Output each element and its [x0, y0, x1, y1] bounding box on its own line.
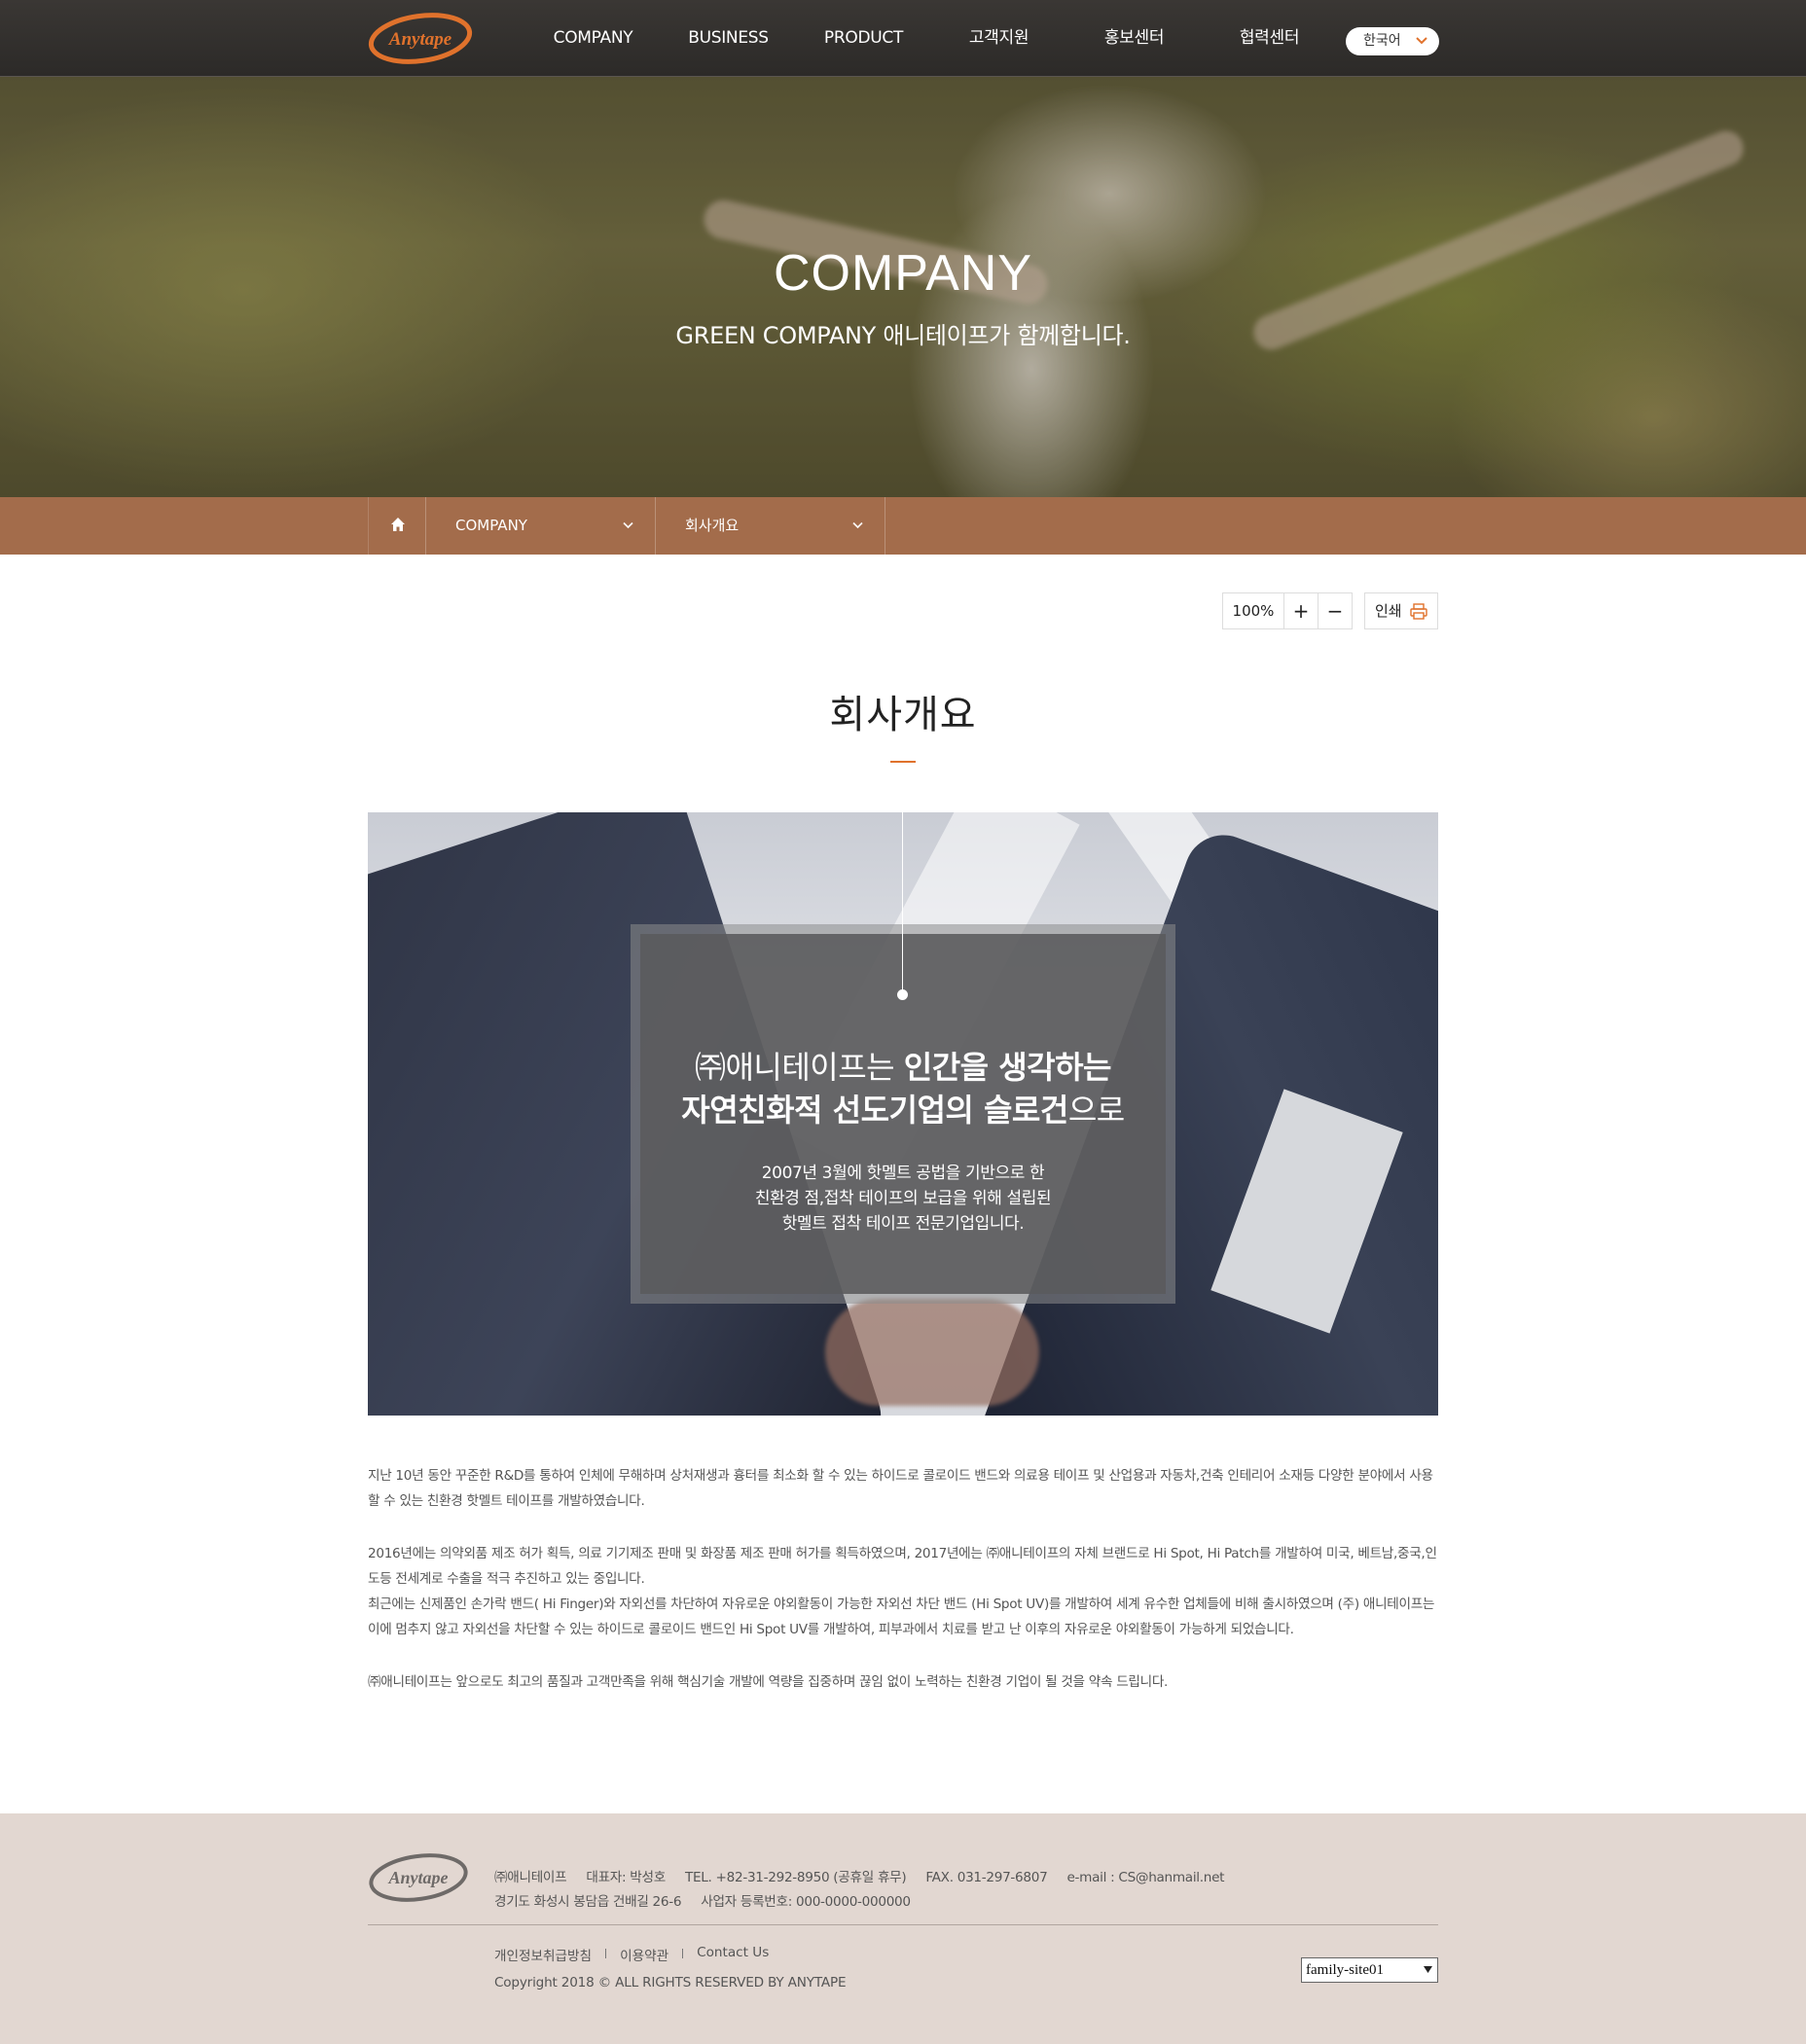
pin-line	[902, 812, 903, 993]
chevron-down-icon	[852, 521, 863, 529]
feature-desc-line: 친환경 점,접착 테이프의 보급을 위해 설립된	[754, 1189, 1052, 1208]
feature-photo-detail	[825, 1299, 1039, 1406]
feature-headline-part: 자연친화적 선도기업의 슬로건	[681, 1092, 1068, 1129]
home-button[interactable]	[368, 497, 426, 555]
anytape-logo[interactable]: Anytape	[368, 13, 473, 64]
chevron-down-icon	[1416, 37, 1427, 45]
nav-pr-center[interactable]: 홍보센터	[1066, 0, 1202, 77]
feature-headline-part: 으로	[1067, 1092, 1125, 1129]
company-overview-text: 지난 10년 동안 꾸준한 R&D를 통하여 인체에 무해하며 상처재생과 흉터…	[368, 1463, 1438, 1722]
footer-company-info: ㈜애니테이프 대표자: 박성호 TEL. +82-31-292-8950 (공휴…	[494, 1866, 1240, 1915]
pin-dot	[897, 989, 908, 1000]
print-button[interactable]: 인쇄	[1364, 592, 1438, 629]
nav-partner-center[interactable]: 협력센터	[1202, 0, 1337, 77]
overview-paragraph: ㈜애니테이프는 앞으로도 최고의 품질과 고객만족을 위해 핵심기술 개발에 역…	[368, 1674, 1169, 1690]
language-label: 한국어	[1363, 33, 1401, 49]
hero-title: COMPANY	[773, 245, 1033, 302]
zoom-in-button[interactable]: +	[1283, 592, 1318, 629]
svg-text:Anytape: Anytape	[388, 29, 452, 50]
main-nav: COMPANY BUSINESS PRODUCT 고객지원 홍보센터 협력센터	[525, 0, 1337, 77]
nav-product[interactable]: PRODUCT	[796, 0, 931, 77]
feature-desc-line: 핫멜트 접착 테이프 전문기업입니다.	[781, 1214, 1025, 1234]
feature-desc-line: 2007년 3월에 핫멜트 공법을 기반으로 한	[761, 1164, 1045, 1183]
zoom-level: 100%	[1222, 592, 1284, 629]
overview-paragraph: 2016년에는 의약외품 제조 허가 획득, 의료 기기제조 판매 및 화장품 …	[368, 1546, 1437, 1587]
family-site-value: family-site01	[1306, 1962, 1384, 1978]
home-icon	[391, 518, 405, 531]
footer-email: e-mail : CS@hanmail.net	[1066, 1870, 1225, 1885]
footer-links: 개인정보취급방침 이용약관 Contact Us	[494, 1945, 769, 1964]
terms-link[interactable]: 이용약관	[620, 1945, 668, 1964]
nav-support[interactable]: 고객지원	[931, 0, 1066, 77]
hero-banner: COMPANY GREEN COMPANY 애니테이프가 함께합니다.	[0, 77, 1806, 497]
language-select[interactable]: 한국어	[1346, 27, 1439, 55]
chevron-down-icon	[1424, 1966, 1432, 1973]
nav-company[interactable]: COMPANY	[525, 0, 661, 77]
print-label: 인쇄	[1375, 602, 1402, 620]
breadcrumb: COMPANY 회사개요	[0, 497, 1806, 555]
chevron-down-icon	[623, 521, 633, 529]
zoom-out-button[interactable]: −	[1318, 592, 1353, 629]
footer-company: ㈜애니테이프	[494, 1870, 567, 1885]
feature-headline-part: ㈜애니테이프는	[694, 1049, 904, 1086]
feature-description: 2007년 3월에 핫멜트 공법을 기반으로 한 친환경 점,접착 테이프의 보…	[640, 1161, 1166, 1237]
footer-fax: FAX. 031-297-6807	[925, 1870, 1048, 1885]
feature-image: ㈜애니테이프는 인간을 생각하는 자연친화적 선도기업의 슬로건으로 2007년…	[368, 812, 1438, 1416]
title-accent-rule	[890, 761, 916, 763]
page-title: 회사개요	[829, 693, 977, 737]
overview-paragraph: 지난 10년 동안 꾸준한 R&D를 통하여 인체에 무해하며 상처재생과 흉터…	[368, 1468, 1433, 1509]
site-header: Anytape COMPANY BUSINESS PRODUCT 고객지원 홍보…	[0, 0, 1806, 77]
footer-tel: TEL. +82-31-292-8950 (공휴일 휴무)	[684, 1870, 907, 1885]
nav-business[interactable]: BUSINESS	[661, 0, 796, 77]
footer-biz-no: 사업자 등록번호: 000-0000-000000	[701, 1894, 911, 1910]
link-separator	[682, 1949, 684, 1958]
link-separator	[605, 1949, 607, 1958]
breadcrumb-level2-select[interactable]: 회사개요	[656, 497, 885, 555]
copyright: Copyright 2018 © ALL RIGHTS RESERVED BY …	[494, 1975, 847, 1990]
footer-logo: Anytape	[369, 1853, 468, 1902]
feature-headline: ㈜애니테이프는 인간을 생각하는 자연친화적 선도기업의 슬로건으로	[640, 1046, 1166, 1131]
site-footer: Anytape ㈜애니테이프 대표자: 박성호 TEL. +82-31-292-…	[0, 1813, 1806, 2044]
printer-icon	[1410, 603, 1427, 620]
svg-text:Anytape: Anytape	[388, 1868, 449, 1887]
footer-divider	[368, 1924, 1438, 1925]
family-site-select[interactable]: family-site01	[1301, 1957, 1438, 1983]
hero-subtitle: GREEN COMPANY 애니테이프가 함께합니다.	[675, 322, 1131, 349]
footer-ceo: 대표자: 박성호	[586, 1870, 666, 1885]
contact-us-link[interactable]: Contact Us	[697, 1945, 769, 1964]
feature-headline-part: 인간을 생각하는	[903, 1049, 1112, 1086]
overview-paragraph: 최근에는 신제품인 손가락 밴드( Hi Finger)와 자외선를 차단하여 …	[368, 1596, 1435, 1637]
breadcrumb-level2-label: 회사개요	[685, 517, 740, 534]
breadcrumb-level1-select[interactable]: COMPANY	[426, 497, 656, 555]
breadcrumb-level1-label: COMPANY	[455, 517, 527, 534]
footer-address: 경기도 화성시 봉담읍 건배길 26-6	[494, 1894, 682, 1910]
privacy-policy-link[interactable]: 개인정보취급방침	[494, 1945, 592, 1964]
